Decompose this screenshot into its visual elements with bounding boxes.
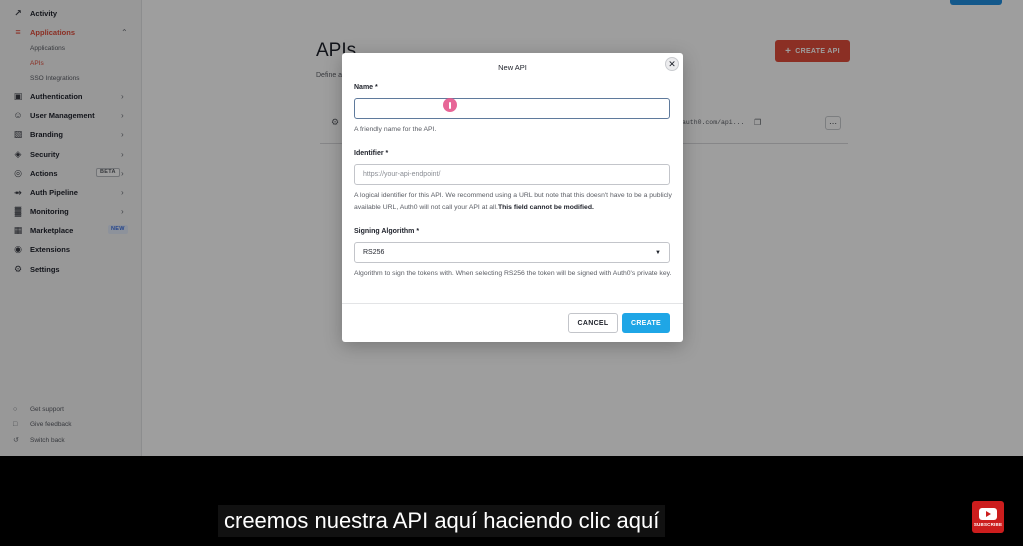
identifier-placeholder: https://your-api-endpoint/ xyxy=(363,171,441,178)
dialog-title: New API xyxy=(498,63,527,72)
create-button[interactable]: CREATE xyxy=(622,313,670,333)
subtitle-caption: creemos nuestra API aquí haciendo clic a… xyxy=(218,505,666,537)
name-label: Name * xyxy=(354,84,378,91)
name-input[interactable] xyxy=(354,98,670,119)
play-icon xyxy=(979,507,997,520)
mouse-cursor-icon xyxy=(443,98,457,112)
algorithm-help: Algorithm to sign the tokens with. When … xyxy=(354,270,672,277)
signing-algorithm-select[interactable]: RS256 ▼ xyxy=(354,242,670,263)
new-api-dialog: New API ✕ Name * A friendly name for the… xyxy=(342,53,683,342)
name-help: A friendly name for the API. xyxy=(354,126,437,133)
identifier-help: A logical identifier for this API. We re… xyxy=(354,190,672,213)
youtube-subscribe-icon[interactable]: SUBSCRIBE xyxy=(972,501,1004,533)
identifier-help-bold: This field cannot be modified. xyxy=(497,203,594,211)
dialog-divider xyxy=(342,303,683,304)
close-icon[interactable]: ✕ xyxy=(665,57,679,71)
subscribe-label: SUBSCRIBE xyxy=(973,521,1003,527)
identifier-input[interactable]: https://your-api-endpoint/ xyxy=(354,164,670,185)
caret-down-icon: ▼ xyxy=(655,250,661,256)
algorithm-value: RS256 xyxy=(363,249,385,256)
identifier-label: Identifier * xyxy=(354,150,389,157)
cancel-button[interactable]: CANCEL xyxy=(568,313,618,333)
algorithm-label: Signing Algorithm * xyxy=(354,228,420,235)
